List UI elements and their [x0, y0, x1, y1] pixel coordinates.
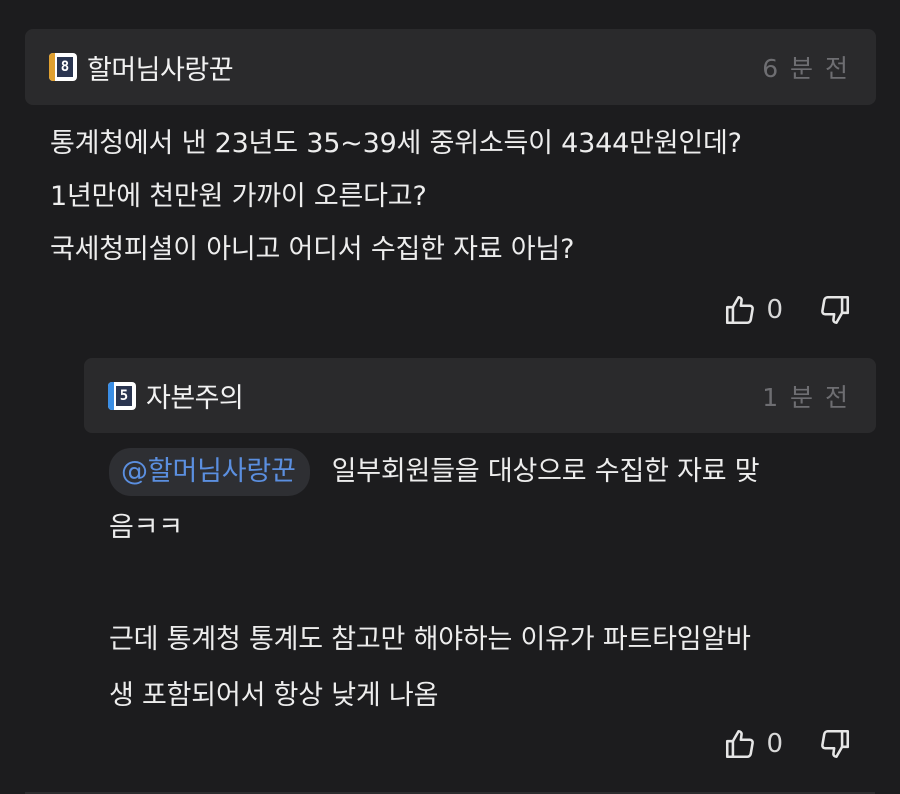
reply-line: 생 포함되어서 항상 낮게 나옴 [109, 680, 439, 711]
comment-time: 6 분 전 [762, 54, 850, 83]
reply-actions: 0 [722, 726, 853, 762]
author-name[interactable]: 할머님사랑꾼 [87, 48, 234, 87]
comment-header: 8 할머님사랑꾼 6 분 전 [25, 29, 876, 105]
level-badge-icon: 5 [108, 381, 136, 410]
comment-thread: 8 할머님사랑꾼 6 분 전 통계청에서 낸 23년도 35~39세 중위소득이… [0, 0, 900, 794]
reply-line: 근데 통계청 통계도 참고만 해야하는 이유가 파트타임알바 [109, 624, 751, 655]
like-count: 0 [766, 295, 783, 325]
reply-header: 5 자본주의 1 분 전 [84, 358, 876, 433]
author-name[interactable]: 자본주의 [146, 376, 244, 415]
comment-line: 1년만에 천만원 가까이 오른다고? [50, 181, 427, 212]
comment-body: 통계청에서 낸 23년도 35~39세 중위소득이 4344만원인데? 1년만에… [50, 117, 870, 276]
like-count: 0 [766, 729, 783, 759]
reply-line: 음ㅋㅋ [109, 512, 183, 543]
comment-line: 국세청피셜이 아니고 어디서 수집한 자료 아님? [50, 234, 575, 265]
comment-line: 통계청에서 낸 23년도 35~39세 중위소득이 4344만원인데? [50, 128, 742, 159]
thumbs-down-icon[interactable] [817, 292, 853, 328]
level-badge-icon: 8 [49, 53, 77, 81]
reply-body: @할머님사랑꾼 일부회원들을 대상으로 수집한 자료 맞 음ㅋㅋ 근데 통계청 통… [109, 444, 879, 724]
mention-tag[interactable]: @할머님사랑꾼 [109, 448, 310, 496]
comment-time: 1 분 전 [762, 382, 850, 412]
reply-line: 일부회원들을 대상으로 수집한 자료 맞 [331, 456, 760, 487]
level-number: 5 [116, 385, 132, 406]
thumbs-down-icon[interactable] [817, 726, 853, 762]
thumbs-up-icon[interactable] [722, 726, 758, 762]
level-number: 8 [57, 57, 73, 77]
thumbs-up-icon[interactable] [722, 292, 758, 328]
comment-actions: 0 [722, 292, 853, 328]
